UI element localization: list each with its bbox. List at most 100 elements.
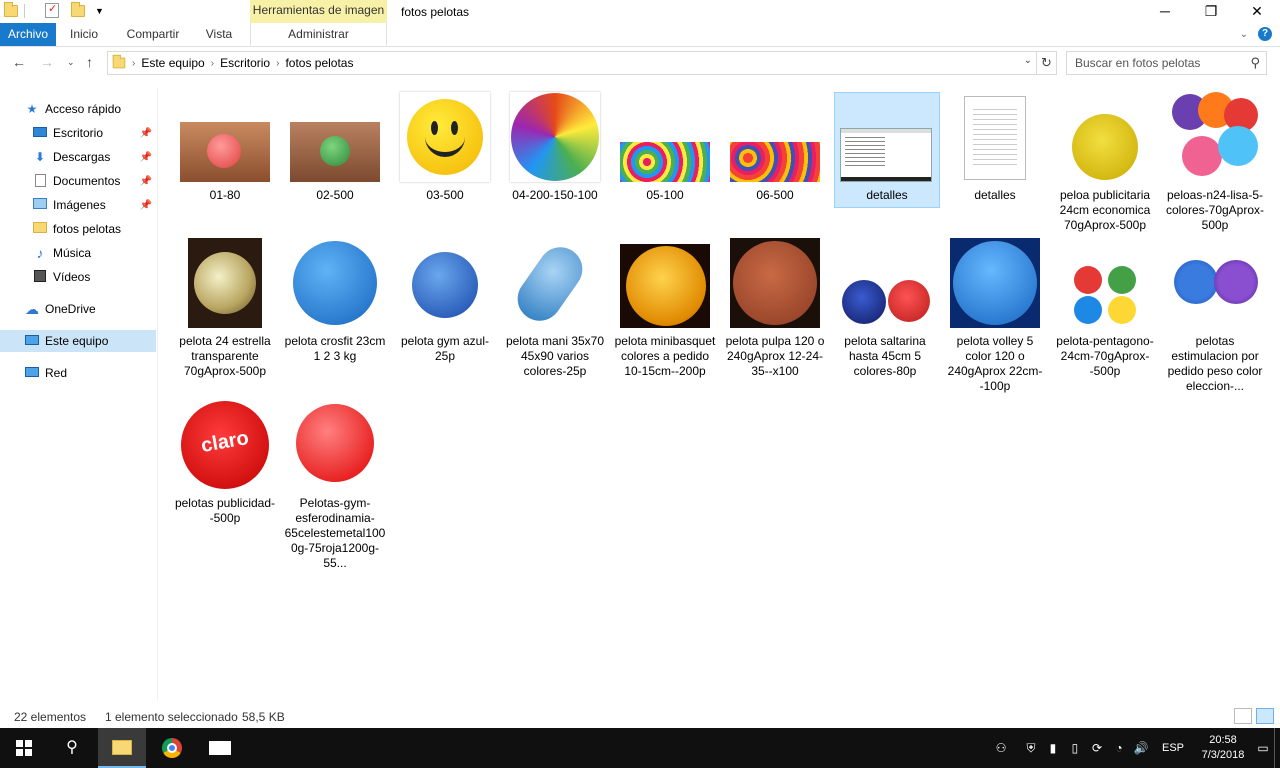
up-button[interactable]: ↑	[86, 54, 93, 70]
file-name: pelota crosfit 23cm 1 2 3 kg	[284, 334, 386, 363]
details-view-button[interactable]	[1234, 708, 1252, 724]
taskbar-chrome[interactable]	[148, 728, 196, 768]
security-icon[interactable]: ⛨	[1020, 741, 1042, 756]
file-item[interactable]: detalles	[942, 88, 1048, 203]
file-item[interactable]: pelota mani 35x70 45x90 varios colores-2…	[502, 234, 608, 379]
file-item[interactable]: peloa publicitaria 24cm economica 70gApr…	[1052, 88, 1158, 233]
file-item[interactable]: 01-80	[172, 88, 278, 203]
ball-image	[1108, 296, 1136, 324]
nav-documentos[interactable]: Documentos 📌	[32, 170, 156, 192]
pin-icon[interactable]: 📌	[140, 176, 152, 187]
file-item[interactable]: pelota gym azul-25p	[392, 234, 498, 364]
search-button[interactable]: ⚲	[48, 728, 96, 768]
tab-compartir[interactable]: Compartir	[118, 23, 188, 46]
nav-quick-access[interactable]: ★ Acceso rápido	[24, 98, 156, 120]
new-folder-icon[interactable]	[71, 1, 85, 17]
file-item[interactable]: pelota crosfit 23cm 1 2 3 kg	[282, 234, 388, 364]
ball-image	[194, 252, 256, 314]
file-item[interactable]: 04-200-150-100	[502, 88, 608, 203]
language-indicator[interactable]: ESP	[1162, 742, 1184, 754]
show-desktop-button[interactable]	[1274, 728, 1280, 768]
refresh-button[interactable]: ↻	[1037, 51, 1057, 75]
back-button[interactable]: ←	[12, 54, 26, 70]
image-thumb	[950, 238, 1040, 328]
chevron-right-icon[interactable]: ›	[132, 58, 135, 69]
tab-vista[interactable]: Vista	[196, 23, 242, 46]
nav-videos[interactable]: Vídeos	[32, 266, 156, 288]
file-item[interactable]: pelotas estimulacion por pedido peso col…	[1162, 234, 1268, 394]
help-icon[interactable]: ?	[1258, 27, 1272, 41]
tab-inicio[interactable]: Inicio	[58, 23, 110, 46]
people-icon[interactable]: ⚇	[990, 741, 1012, 755]
large-icons-view-button[interactable]	[1256, 708, 1274, 724]
file-item[interactable]: Pelotas-gym-esferodinamia-65celestemetal…	[282, 396, 388, 571]
file-item[interactable]: 06-500	[722, 88, 828, 203]
expand-ribbon-icon[interactable]: ⌄	[1240, 29, 1248, 40]
sync-icon[interactable]: ⟳	[1086, 741, 1108, 755]
pin-icon[interactable]: 📌	[140, 152, 152, 163]
nav-onedrive[interactable]: ☁ OneDrive	[24, 298, 156, 320]
file-item[interactable]: pelota-pentagono-24cm-70gAprox--500p	[1052, 234, 1158, 379]
chevron-right-icon[interactable]: ›	[211, 58, 214, 69]
battery-icon[interactable]: ▯	[1064, 741, 1086, 755]
minimize-button[interactable]: ─	[1142, 0, 1188, 23]
nav-red[interactable]: Red	[24, 362, 156, 384]
image-thumb	[1060, 114, 1150, 182]
file-name: pelota saltarina hasta 45cm 5 colores-80…	[844, 334, 926, 378]
pin-icon[interactable]: 📌	[140, 128, 152, 139]
smiley-ball-image	[407, 99, 483, 175]
tab-archivo[interactable]: Archivo	[0, 23, 56, 46]
notifications-icon[interactable]: ▭	[1252, 741, 1274, 755]
signal-icon[interactable]: ▮	[1042, 741, 1064, 755]
clock[interactable]: 20:58 7/3/2018	[1194, 733, 1252, 763]
file-item[interactable]: pelota saltarina hasta 45cm 5 colores-80…	[832, 234, 938, 379]
chevron-down-icon[interactable]: ⌄	[1024, 55, 1032, 66]
start-button[interactable]	[0, 728, 48, 768]
file-item[interactable]: claro pelotas publicidad--500p	[172, 396, 278, 526]
network-icon[interactable]: ◔	[1108, 741, 1130, 755]
item-count: 22 elementos	[14, 710, 87, 724]
close-button[interactable]: ✕	[1234, 0, 1280, 23]
breadcrumb-escritorio[interactable]: Escritorio	[220, 56, 270, 70]
tab-administrar[interactable]: Administrar	[250, 23, 387, 46]
nav-musica[interactable]: ♪ Música	[32, 242, 156, 264]
ball-image	[1074, 266, 1102, 294]
nav-descargas[interactable]: ⬇ Descargas 📌	[32, 146, 156, 168]
customize-qat-icon[interactable]: ▼	[95, 6, 104, 16]
file-item[interactable]: pelota minibasquet colores a pedido 10-1…	[612, 234, 718, 379]
breadcrumb-este-equipo[interactable]: Este equipo	[141, 56, 204, 70]
address-bar[interactable]: › Este equipo › Escritorio › fotos pelot…	[107, 51, 1037, 75]
nav-imagenes[interactable]: Imágenes 📌	[32, 194, 156, 216]
file-item[interactable]: pelota pulpa 120 o 240gAprox 12-24-35--x…	[722, 234, 828, 379]
file-item[interactable]: pelota volley 5 color 120 o 240gAprox 22…	[942, 234, 1048, 394]
ribbon-right-controls: ⌄ ?	[1240, 27, 1272, 41]
breadcrumb-fotos-pelotas[interactable]: fotos pelotas	[285, 56, 353, 70]
music-icon: ♪	[36, 245, 44, 261]
search-input[interactable]: Buscar en fotos pelotas ⚲	[1066, 51, 1267, 75]
file-item[interactable]: peloas-n24-lisa-5-colores-70gAprox-500p	[1162, 88, 1268, 233]
file-item[interactable]: 03-500	[392, 88, 498, 203]
volume-icon[interactable]: 🔊	[1130, 741, 1152, 755]
file-item[interactable]: pelota 24 estrella transparente 70gAprox…	[172, 234, 278, 379]
file-item[interactable]: 05-100	[612, 88, 718, 203]
properties-icon[interactable]	[45, 2, 59, 18]
ball-image	[953, 241, 1037, 325]
nav-escritorio[interactable]: Escritorio 📌	[32, 122, 156, 144]
recent-locations-button[interactable]: ⌄	[67, 57, 75, 68]
image-thumb: claro	[180, 400, 270, 490]
file-item[interactable]: 02-500	[282, 88, 388, 203]
nav-label: Música	[53, 246, 92, 260]
taskbar-mail[interactable]	[196, 728, 244, 768]
pin-icon[interactable]: 📌	[140, 200, 152, 211]
nav-este-equipo[interactable]: Este equipo	[0, 330, 156, 352]
file-item-selected[interactable]: detalles	[834, 88, 940, 208]
nav-label: Imágenes	[53, 198, 106, 212]
nav-fotos-pelotas[interactable]: fotos pelotas	[32, 218, 156, 240]
thumbnail	[1162, 234, 1268, 334]
taskbar-file-explorer[interactable]	[98, 728, 146, 768]
chevron-right-icon[interactable]: ›	[276, 58, 279, 69]
thumbnail	[392, 234, 498, 334]
folder-icon	[32, 222, 48, 236]
maximize-button[interactable]: ❐	[1188, 0, 1234, 23]
forward-button[interactable]: →	[40, 54, 54, 70]
